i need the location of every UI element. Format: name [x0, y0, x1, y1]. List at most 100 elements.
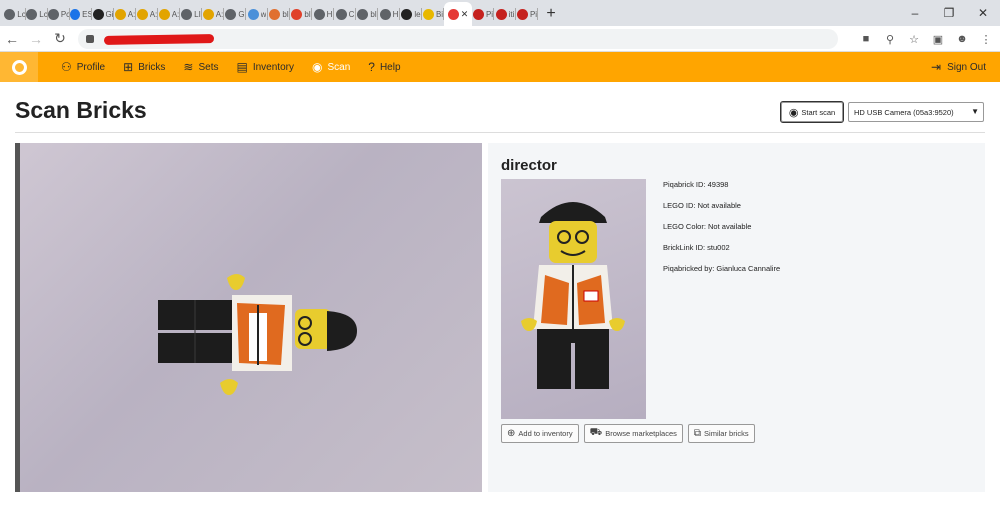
similar-bricks-button[interactable]: ⧉ Similar bricks [687, 424, 755, 443]
add-to-inventory-button[interactable]: ⊕ Add to inventory [501, 424, 579, 443]
minimize-button[interactable]: – [898, 0, 932, 26]
reload-icon[interactable]: ↻ [48, 27, 72, 51]
browser-tab-17[interactable]: H [378, 2, 400, 26]
tab-label: Bi [435, 9, 444, 19]
brick-info-list: Piqabrick ID: 49398 LEGO ID: Not availab… [663, 180, 780, 285]
grid-icon: ⊞ [123, 60, 134, 74]
lock-icon [86, 35, 94, 43]
browser-tab-8[interactable]: LI [180, 2, 202, 26]
extension-icon[interactable]: ▣ [930, 30, 946, 48]
camera-indicator-icon[interactable]: ■ [858, 30, 874, 48]
camera-select[interactable]: HD USB Camera (05a3:9520) ▼ [848, 102, 984, 122]
layers-icon: ≋ [183, 60, 194, 74]
tab-favicon-icon [26, 8, 38, 20]
tab-favicon-icon [422, 8, 434, 20]
browser-tab-strip: Lc Lc Pc ES Gi A: A: A: LI A: Gw bl bl H Cbl Hle Bi ✕ Pi it… [0, 0, 1000, 26]
browser-tab-3[interactable]: ES [70, 2, 92, 26]
camera-feed [15, 143, 482, 492]
eye-icon: ◉ [311, 60, 323, 74]
browser-tab-7[interactable]: A: [158, 2, 180, 26]
app-navbar: ⚇ Profile ⊞ Bricks ≋ Sets ▤ Inventory ◉ Scan? Help… [0, 52, 1000, 82]
tab-label: H [392, 9, 399, 19]
browser-tab-trailing-2[interactable]: Pi [516, 2, 538, 26]
tab-favicon-icon [401, 8, 413, 20]
browser-tab-0[interactable]: Lc [4, 2, 26, 26]
maximize-button[interactable]: ❐ [932, 0, 966, 26]
nav-item-inventory[interactable]: ▤ Inventory [228, 52, 303, 82]
brick-actions: ⊕ Add to inventory ⛟ Browse marketplaces… [501, 424, 755, 443]
nav-item-label: Bricks [138, 61, 166, 73]
menu-kebab-icon[interactable]: ⋮ [978, 30, 994, 48]
tab-label: bl [304, 9, 311, 19]
browser-tab-active[interactable]: ✕ [444, 2, 472, 26]
close-tab-icon[interactable]: ✕ [461, 9, 469, 20]
nav-items: ⚇ Profile ⊞ Bricks ≋ Sets ▤ Inventory ◉ Scan? Help [38, 52, 410, 82]
signout-label: Sign Out [947, 61, 986, 73]
nav-item-label: Inventory [252, 61, 294, 73]
nav-item-label: Scan [327, 61, 351, 73]
page-title: Scan Bricks [15, 97, 147, 123]
tab-label: iti [508, 9, 515, 19]
tab-favicon-icon [313, 8, 325, 20]
piqabrick-logo[interactable] [0, 52, 38, 82]
close-window-button[interactable]: ✕ [966, 0, 1000, 26]
browser-tab-trailing-0[interactable]: Pi [472, 2, 494, 26]
bookmark-star-icon[interactable]: ☆ [906, 30, 922, 48]
tab-favicon-icon [202, 8, 214, 20]
nav-item-scan[interactable]: ◉ Scan [303, 52, 359, 82]
browser-tab-10[interactable]: G [224, 2, 246, 26]
forward-arrow-icon[interactable]: → [24, 27, 48, 51]
browser-tab-9[interactable]: A: [202, 2, 224, 26]
nav-item-label: Profile [76, 61, 106, 73]
browser-tab-5[interactable]: A: [114, 2, 136, 26]
tab-label: le [414, 9, 421, 19]
signout-button[interactable]: ⇥ Sign Out [931, 52, 986, 82]
brick-bricklink-id: BrickLink ID: stu002 [663, 243, 730, 252]
tab-favicon-icon [4, 8, 16, 20]
brick-author: Piqabricked by: Gianluca Cannalire [663, 264, 781, 273]
url-field[interactable] [78, 29, 838, 49]
tab-favicon-icon [335, 8, 347, 20]
tab-favicon-icon [136, 8, 148, 20]
help-icon: ? [368, 60, 375, 74]
profile-avatar-icon[interactable]: ☻ [954, 30, 970, 48]
browser-tab-4[interactable]: Gi [92, 2, 114, 26]
nav-item-help[interactable]: ? Help [359, 52, 409, 82]
browser-tab-1[interactable]: Lc [26, 2, 48, 26]
browser-tab-14[interactable]: H [312, 2, 334, 26]
address-bar: ← → ↻ ■ ⚲ ☆ ▣ ☻ ⋮ [0, 26, 1000, 52]
nav-item-label: Sets [198, 61, 219, 73]
zoom-icon[interactable]: ⚲ [882, 30, 898, 48]
browser-tab-18[interactable]: le [400, 2, 422, 26]
nav-item-sets[interactable]: ≋ Sets [174, 52, 227, 82]
brick-image [501, 179, 646, 419]
browser-tab-trailing-1[interactable]: iti [494, 2, 516, 26]
brick-lego-id: LEGO ID: Not available [663, 201, 741, 210]
browse-marketplaces-button[interactable]: ⛟ Browse marketplaces [583, 424, 683, 443]
browser-tab-15[interactable]: C [334, 2, 356, 26]
nav-item-profile[interactable]: ⚇ Profile [52, 52, 114, 82]
tab-favicon-icon [379, 8, 391, 20]
tab-favicon-icon [291, 8, 303, 20]
tab-favicon-icon [158, 8, 170, 20]
browser-tab-19[interactable]: Bi [422, 2, 444, 26]
tab-favicon-icon [269, 8, 281, 20]
tab-favicon-icon [114, 8, 126, 20]
start-scan-button[interactable]: ◉ Start scan [780, 101, 844, 123]
browser-tab-2[interactable]: Pc [48, 2, 70, 26]
brick-lego-color: LEGO Color: Not available [663, 222, 752, 231]
tab-favicon-icon [472, 8, 484, 20]
person-icon: ⚇ [61, 60, 72, 74]
start-scan-label: Start scan [801, 107, 836, 117]
browser-tab-6[interactable]: A: [136, 2, 158, 26]
redacted-url [103, 33, 215, 45]
browser-tab-16[interactable]: bl [356, 2, 378, 26]
browser-tab-13[interactable]: bl [290, 2, 312, 26]
new-tab-button[interactable]: + [538, 2, 564, 26]
nav-item-label: Help [379, 61, 401, 73]
nav-item-bricks[interactable]: ⊞ Bricks [114, 52, 174, 82]
tab-label: Pi [485, 9, 494, 19]
browser-tab-12[interactable]: bl [268, 2, 290, 26]
back-arrow-icon[interactable]: ← [0, 27, 24, 51]
browser-tab-11[interactable]: w [246, 2, 268, 26]
